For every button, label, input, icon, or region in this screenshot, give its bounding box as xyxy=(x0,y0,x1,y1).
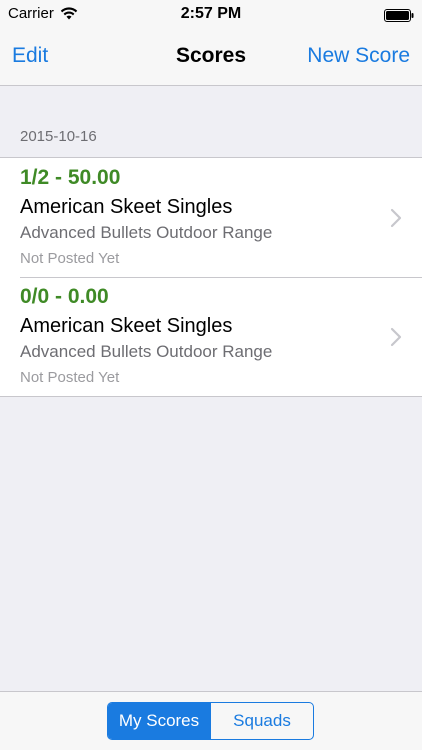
new-score-button[interactable]: New Score xyxy=(307,44,410,68)
status-time: 2:57 PM xyxy=(180,5,242,22)
chevron-right-icon xyxy=(390,208,402,228)
event-title: American Skeet Singles xyxy=(20,315,233,337)
chevron-right-icon xyxy=(390,327,402,347)
segment-squads[interactable]: Squads xyxy=(210,703,313,739)
section-date-header: 2015-10-16 xyxy=(20,128,97,145)
post-status: Not Posted Yet xyxy=(20,369,120,386)
bottom-toolbar: My Scores Squads xyxy=(0,691,422,750)
scores-list: 1/2 - 50.00 American Skeet Singles Advan… xyxy=(0,157,422,397)
post-status: Not Posted Yet xyxy=(20,250,120,267)
range-location: Advanced Bullets Outdoor Range xyxy=(20,223,273,242)
score-value: 0/0 - 0.00 xyxy=(20,285,109,308)
segment-my-scores[interactable]: My Scores xyxy=(108,703,210,739)
navigation-bar: Edit Scores New Score xyxy=(0,30,422,86)
range-location: Advanced Bullets Outdoor Range xyxy=(20,342,273,361)
event-title: American Skeet Singles xyxy=(20,196,233,218)
list-item[interactable]: 0/0 - 0.00 American Skeet Singles Advanc… xyxy=(0,277,422,396)
score-value: 1/2 - 50.00 xyxy=(20,166,121,189)
scores-squads-segmented-control: My Scores Squads xyxy=(107,702,314,740)
battery-icon xyxy=(384,9,414,22)
list-item[interactable]: 1/2 - 50.00 American Skeet Singles Advan… xyxy=(0,158,422,277)
status-bar: Carrier 2:57 PM xyxy=(0,0,422,30)
